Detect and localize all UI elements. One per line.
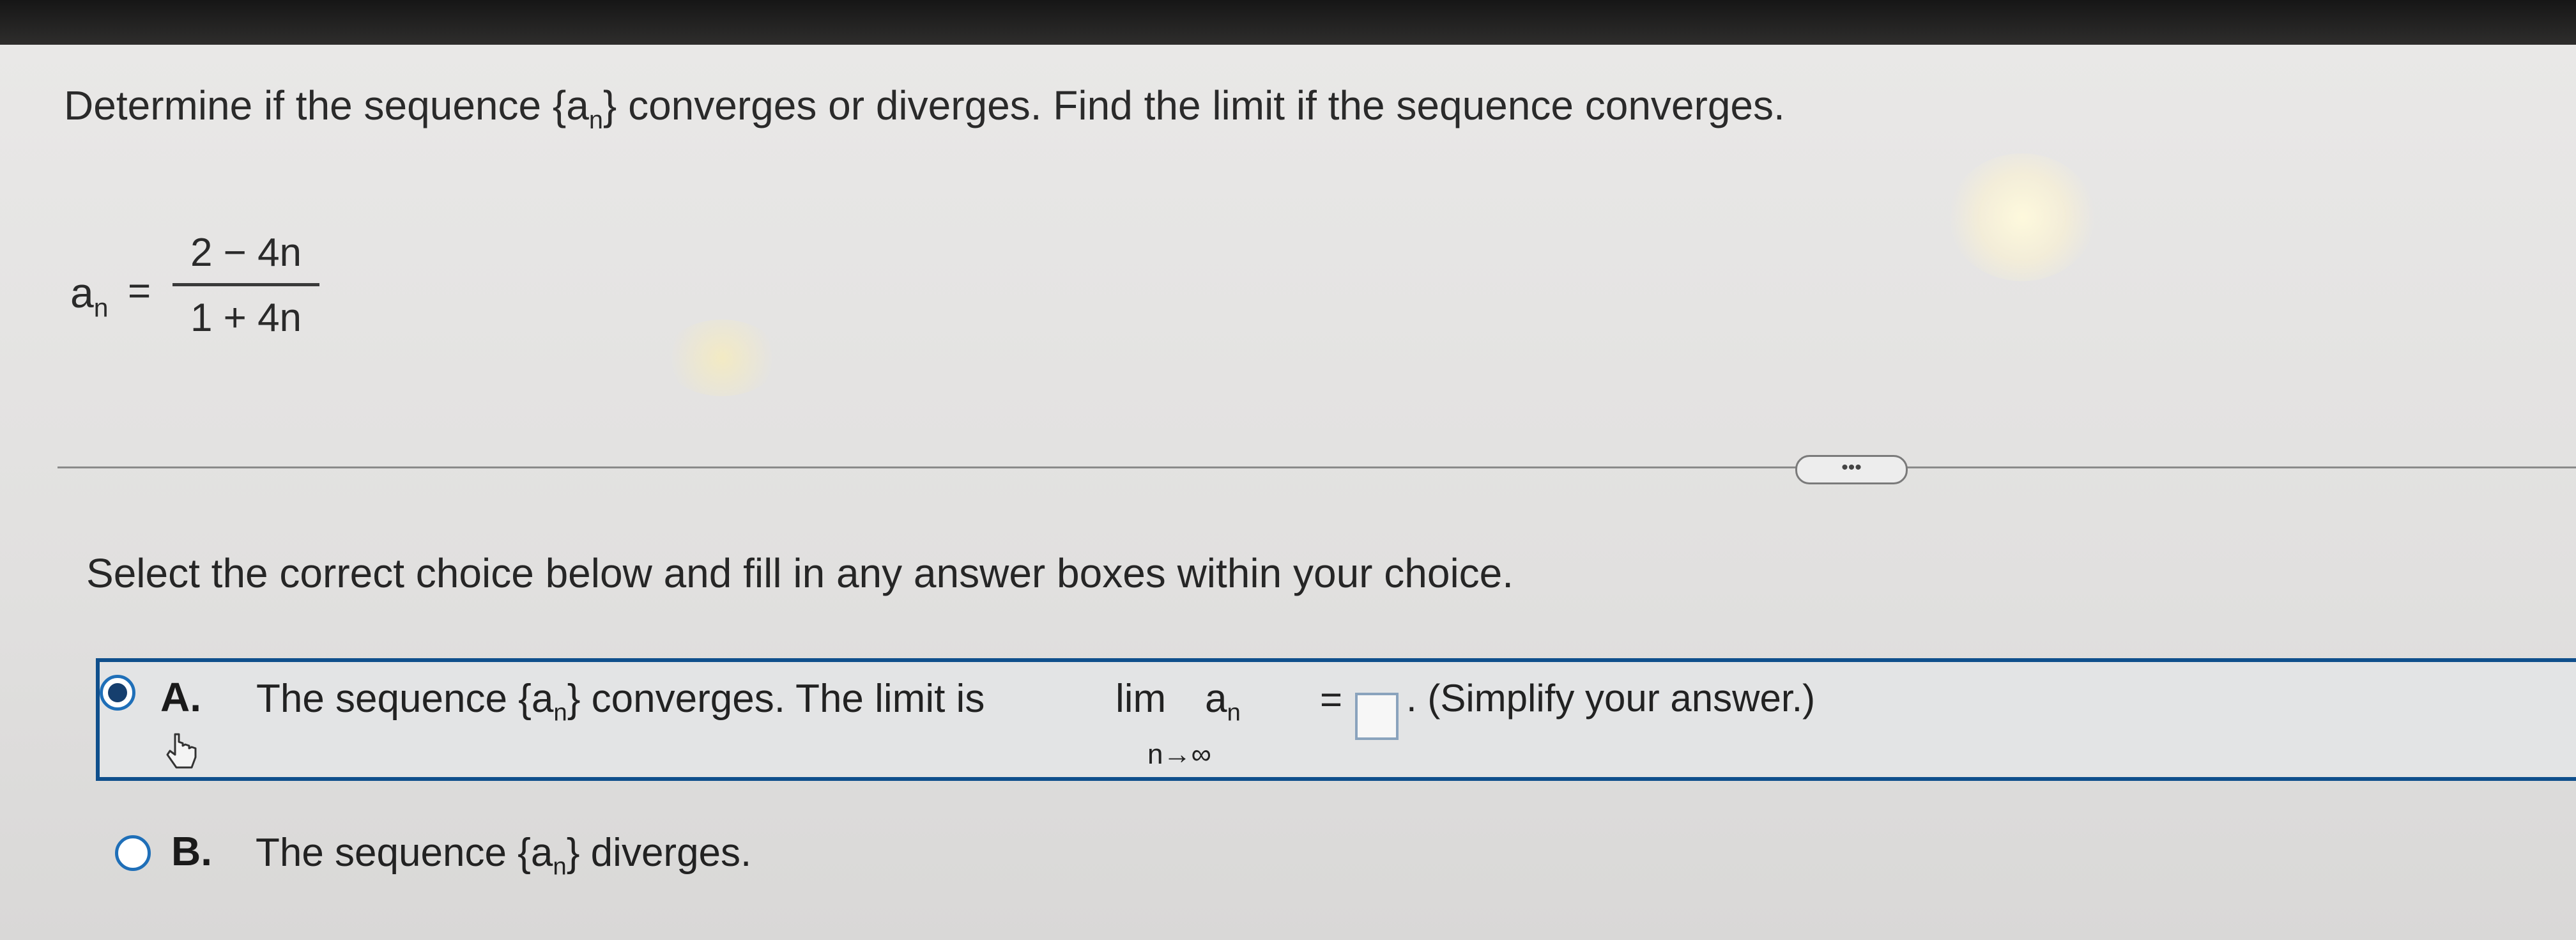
more-options-button[interactable]: ••• — [1795, 455, 1908, 484]
choice-a-text-sub: n — [553, 698, 567, 727]
limit-subscript: n→∞ — [1147, 739, 1211, 770]
sequence-formula: an = 2 − 4n 1 + 4n — [70, 192, 377, 383]
limit-an-sub: n — [1227, 698, 1241, 727]
limit-answer-input[interactable] — [1355, 693, 1399, 740]
choice-b-radio[interactable] — [115, 835, 151, 871]
choice-b-text-prefix: The sequence {a — [256, 831, 553, 875]
formula-equals: = — [128, 269, 151, 313]
choice-b-letter: B. — [171, 828, 212, 874]
formula-lhs-sub: n — [93, 293, 109, 323]
simplify-hint: . (Simplify your answer.) — [1406, 677, 1816, 720]
limit-operator: lim — [1116, 677, 1167, 721]
choice-b-text-suffix: } diverges. — [566, 831, 752, 875]
choice-a-text-suffix: } converges. The limit is — [567, 677, 985, 721]
choice-b-text: The sequence {an} diverges. — [256, 830, 751, 881]
choice-a-radio[interactable] — [100, 675, 135, 711]
choice-a-text-prefix: The sequence {a — [256, 677, 554, 721]
limit-equals: = — [1320, 678, 1343, 721]
instruction-text: Select the correct choice below and fill… — [86, 550, 1514, 596]
question-suffix: } converges or diverges. Find the limit … — [602, 82, 1785, 128]
screen-glare-small — [664, 320, 779, 396]
formula-lhs-base: a — [70, 269, 94, 316]
formula-fraction: 2 − 4n 1 + 4n — [172, 230, 319, 341]
choice-b[interactable]: B. The sequence {an} diverges. — [96, 821, 2012, 891]
limit-an: an — [1205, 676, 1241, 727]
formula-numerator: 2 − 4n — [190, 231, 302, 275]
question-text: Determine if the sequence {an} converges… — [64, 82, 1785, 135]
question-page: Determine if the sequence {an} converges… — [0, 45, 2576, 940]
hand-pointer-icon — [166, 733, 197, 769]
top-bezel — [0, 0, 2576, 45]
question-prefix: Determine if the sequence {a — [64, 82, 589, 128]
choice-a[interactable]: A. The sequence {an} converges. The limi… — [96, 658, 2576, 781]
formula-denominator: 1 + 4n — [190, 296, 302, 340]
question-subscript: n — [588, 105, 603, 134]
limit-an-base: a — [1205, 677, 1227, 721]
choice-a-letter: A. — [160, 674, 201, 720]
section-divider — [57, 466, 2576, 468]
choice-b-text-sub: n — [553, 852, 567, 881]
formula-lhs: an — [70, 268, 108, 323]
choice-a-text: The sequence {an} converges. The limit i… — [256, 676, 985, 727]
screen-glare — [1949, 153, 2096, 281]
